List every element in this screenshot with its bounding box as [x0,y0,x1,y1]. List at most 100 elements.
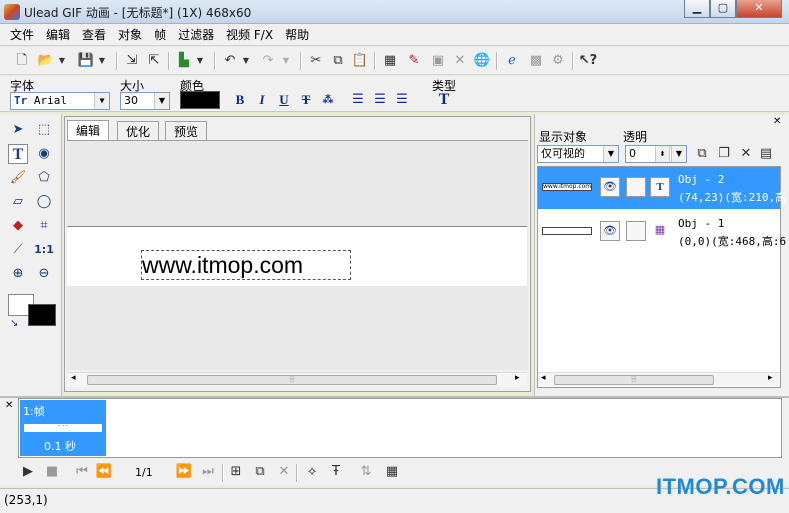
stop-icon[interactable]: ■ [42,462,62,482]
zoom-out-icon[interactable]: ⊖ [34,264,54,284]
import-icon[interactable]: ⇲ [122,51,142,71]
previous-frame-icon[interactable]: ⏪ [94,462,114,482]
text-color-swatch[interactable] [180,91,220,109]
opacity-spinner[interactable]: 0 ⬍ ▼ [625,145,687,163]
editor-horizontal-scrollbar[interactable]: ◂ ⦙⦙⦙ ▸ [67,372,527,386]
color-dropdown-icon[interactable]: ▼ [194,51,206,71]
scroll-right-icon[interactable]: ▸ [515,373,520,383]
play-icon[interactable]: ▶ [18,462,38,482]
underline-button[interactable]: U [276,92,292,108]
preview-icon[interactable]: ▣ [428,51,448,71]
delete-object-icon[interactable]: ✕ [736,144,756,164]
first-frame-icon[interactable]: ⏮ [72,462,92,482]
object-list-horizontal-scrollbar[interactable]: ◂ ⦙⦙⦙ ▸ [538,372,780,386]
help-icon[interactable]: ↖? [578,51,598,71]
menu-help[interactable]: 帮助 [279,25,315,45]
new-icon[interactable]: 🗋 [12,51,32,71]
edit-icon[interactable]: ✎ [404,51,424,71]
object-row[interactable]: www.itmop.com 👁 T Obj - 2 (74,23)(宽:210,… [538,167,786,209]
text-type-icon[interactable]: T [436,92,452,108]
menu-video-fx[interactable]: 视频 F/X [220,25,279,45]
brush-tool-icon[interactable]: 🖌 [8,168,28,188]
cut-icon[interactable]: ✂ [306,51,326,71]
lasso-select-icon[interactable]: ⬠ [34,168,54,188]
scroll-thumb[interactable]: ⦙⦙⦙ [87,375,497,385]
menu-object[interactable]: 对象 [112,25,148,45]
eraser-tool-icon[interactable]: ▱ [8,192,28,212]
scroll-right-icon[interactable]: ▸ [768,373,773,383]
align-center-icon[interactable]: ☰ [372,92,388,108]
duplicate-object-icon[interactable]: ⧉ [692,144,712,164]
menu-frame[interactable]: 帧 [148,25,172,45]
visibility-eye-icon[interactable]: 👁 [600,177,620,197]
italic-button[interactable]: I [254,92,270,108]
text-effect-icon[interactable]: ⁂ [320,92,336,108]
panel-close-icon[interactable]: ✕ [773,116,781,127]
pointer-tool-icon[interactable]: ➤ [8,120,28,140]
display-objects-select[interactable]: 仅可视的 ▼ [537,145,619,163]
scroll-left-icon[interactable]: ◂ [71,373,76,383]
undo-icon[interactable]: ↶ [220,51,240,71]
add-frame-icon[interactable]: ⊞ [226,462,246,482]
tab-edit[interactable]: 编辑 [67,120,110,142]
duplicate-frame-icon[interactable]: ⧉ [250,462,270,482]
lock-toggle[interactable] [626,177,646,197]
frame-panel-close-icon[interactable]: ✕ [5,400,13,411]
menu-edit[interactable]: 编辑 [40,25,76,45]
spin-arrows-icon[interactable]: ⬍ [655,146,670,162]
menu-filter[interactable]: 过滤器 [172,25,220,45]
text-tool-icon[interactable]: T [8,144,28,164]
visibility-eye-icon[interactable]: 👁 [600,221,620,241]
tween-icon[interactable]: ⟡ [302,462,322,482]
tools-icon[interactable]: ⚙ [548,51,568,71]
object-row[interactable]: 👁 ▦ Obj - 1 (0,0)(宽:468,高:6 [538,211,786,253]
lasso-tool-icon[interactable]: ◯ [34,192,54,212]
scroll-thumb[interactable]: ⦙⦙⦙ [554,375,714,385]
next-frame-icon[interactable]: ⏩ [174,462,194,482]
optimize-icon[interactable]: ▩ [526,51,546,71]
minimize-button[interactable]: ▁ [684,0,710,18]
menu-view[interactable]: 查看 [76,25,112,45]
browser-icon[interactable]: 🌐 [472,51,492,71]
font-select[interactable]: Tr Arial ▼ [10,92,110,110]
scroll-left-icon[interactable]: ◂ [541,373,546,383]
align-right-icon[interactable]: ☰ [394,92,410,108]
lock-toggle[interactable] [626,221,646,241]
reverse-icon[interactable]: ⇅ [356,462,376,482]
save-dropdown-icon[interactable]: ▼ [96,51,108,71]
bold-button[interactable]: B [232,92,248,108]
delete-icon[interactable]: ✕ [450,51,470,71]
redo-icon[interactable]: ↷ [258,51,278,71]
tab-preview[interactable]: 预览 [165,121,208,141]
export-icon[interactable]: ⇱ [144,51,164,71]
actual-size-icon[interactable]: 1:1 [34,240,54,260]
tab-optimize[interactable]: 优化 [117,121,160,141]
paste-icon[interactable]: 📋 [350,51,370,71]
foreground-color-swatch[interactable] [28,304,56,326]
zoom-in-icon[interactable]: ⊕ [8,264,28,284]
object-properties-icon[interactable]: ▤ [756,144,776,164]
open-icon[interactable]: 📂 [36,51,56,71]
frame-thumbnail[interactable]: 1:帧 · · · 0.1 秒 [20,400,106,456]
banner-text-icon[interactable]: Ŧ [326,462,346,482]
marquee-tool-icon[interactable]: ⬚ [34,120,54,140]
last-frame-icon[interactable]: ⏭ [198,462,218,482]
frame-properties-icon[interactable]: ▦ [382,462,402,482]
canvas-text-object[interactable]: www.itmop.com [141,250,351,280]
open-dropdown-icon[interactable]: ▼ [56,51,68,71]
delete-frame-icon[interactable]: ✕ [274,462,294,482]
size-select[interactable]: 30 ▼ [120,92,170,110]
eyedropper-icon[interactable]: ⟋ [8,240,28,260]
strikethrough-button[interactable]: T [298,92,314,108]
undo-dropdown-icon[interactable]: ▼ [240,51,252,71]
copy-icon[interactable]: ⧉ [328,51,348,71]
copy-object-icon[interactable]: ❐ [714,144,734,164]
redo-dropdown-icon[interactable]: ▼ [280,51,292,71]
save-icon[interactable]: 💾 [76,51,96,71]
paint-bucket-icon[interactable]: ◆ [8,216,28,236]
gif-canvas[interactable]: www.itmop.com [67,226,527,286]
swap-colors-icon[interactable]: ↘ [10,318,18,329]
transform-tool-icon[interactable]: ◉ [34,144,54,164]
ie-preview-icon[interactable]: ℯ [502,51,522,71]
align-left-icon[interactable]: ☰ [350,92,366,108]
